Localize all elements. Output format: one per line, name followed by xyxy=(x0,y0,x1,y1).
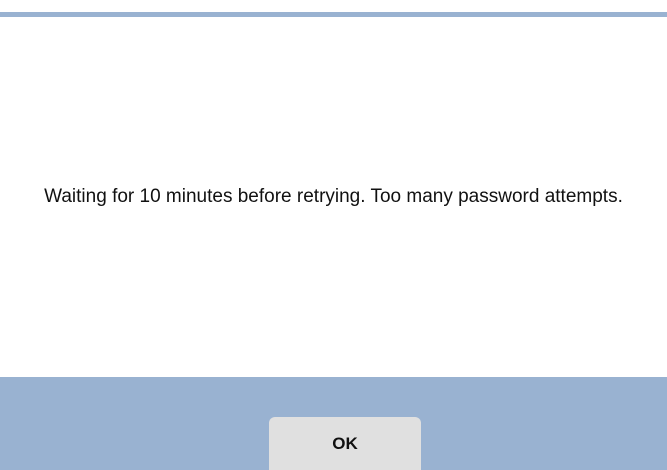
message-area: Waiting for 10 minutes before retrying. … xyxy=(0,17,667,377)
ok-button[interactable]: OK xyxy=(269,417,421,470)
dialog-message: Waiting for 10 minutes before retrying. … xyxy=(44,186,623,207)
retry-wait-dialog: Waiting for 10 minutes before retrying. … xyxy=(0,0,667,470)
dialog-footer: OK xyxy=(0,377,667,470)
